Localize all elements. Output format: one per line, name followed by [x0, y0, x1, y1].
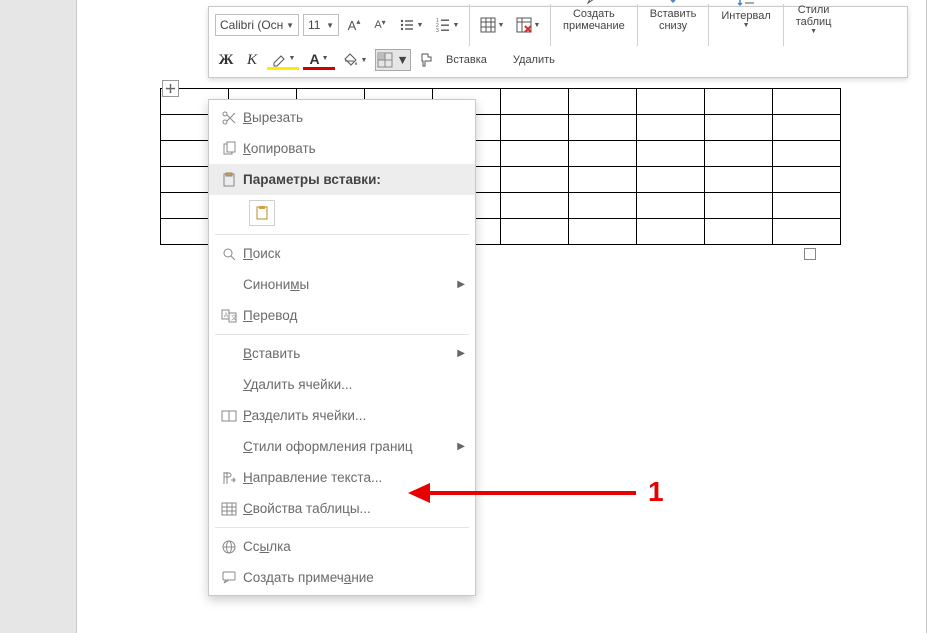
- insert-label: Вставка: [446, 54, 487, 66]
- new-comment-label-l1: Создать: [573, 8, 615, 20]
- menu-search[interactable]: Поиск: [209, 238, 475, 269]
- text-direction-icon: [215, 470, 243, 486]
- shading-button[interactable]: ▼: [339, 49, 371, 71]
- delete-label: Удалить: [513, 54, 555, 66]
- table-styles-button[interactable]: Стили таблиц ▼: [790, 0, 838, 41]
- highlight-button[interactable]: ▼: [267, 51, 299, 70]
- menu-copy[interactable]: Копировать: [209, 133, 475, 164]
- interval-button[interactable]: Интервал ▼: [715, 0, 776, 41]
- context-menu: Вырезать Копировать Параметры вставки: П…: [208, 99, 476, 596]
- menu-link[interactable]: Ссылка: [209, 531, 475, 562]
- menu-cut[interactable]: Вырезать: [209, 102, 475, 133]
- format-painter-button[interactable]: [415, 49, 437, 71]
- table-resize-handle-icon[interactable]: [804, 248, 816, 260]
- clipboard-icon: [215, 172, 243, 188]
- annotation-number: 1: [648, 476, 664, 508]
- menu-paste-options-header: Параметры вставки:: [209, 164, 475, 195]
- svg-text:3: 3: [436, 28, 439, 33]
- table-styles-label-l1: Стили: [798, 4, 830, 16]
- paste-keep-source-button[interactable]: [249, 200, 275, 226]
- menu-synonyms[interactable]: Синонимы ▶: [209, 269, 475, 300]
- chevron-right-icon: ▶: [457, 279, 465, 290]
- menu-translate[interactable]: A文 Перевод: [209, 300, 475, 331]
- chevron-down-icon: ▼: [326, 21, 334, 30]
- scissors-icon: [215, 110, 243, 126]
- chevron-right-icon: ▶: [457, 348, 465, 359]
- table-properties-icon: [215, 501, 243, 517]
- paste-options-label: Параметры вставки:: [243, 172, 465, 187]
- cell-align-button[interactable]: ▼: [375, 49, 411, 71]
- new-comment-label-l2: примечание: [563, 20, 625, 32]
- menu-text-direction[interactable]: Направление текста...: [209, 462, 475, 493]
- bold-button[interactable]: Ж: [215, 49, 237, 71]
- font-name-value: Calibri (Осн: [220, 18, 283, 32]
- insert-below-button[interactable]: Вставить снизу: [644, 0, 703, 41]
- insert-table-split[interactable]: ▼: [476, 14, 508, 36]
- table-move-handle-icon[interactable]: [162, 80, 179, 97]
- numbered-list-button[interactable]: 123 ▼: [431, 14, 463, 36]
- italic-button[interactable]: К: [241, 49, 263, 71]
- split-cells-icon: [215, 408, 243, 424]
- shrink-font-button[interactable]: A▾: [369, 14, 391, 36]
- font-size-value: 11: [308, 18, 320, 32]
- menu-paste-option-row: [209, 195, 475, 231]
- chevron-right-icon: ▶: [457, 441, 465, 452]
- comment-icon: [215, 570, 243, 586]
- menu-delete-cells[interactable]: Удалить ячейки...: [209, 369, 475, 400]
- delete-table-split[interactable]: ▼: [512, 14, 544, 36]
- font-name-combo[interactable]: Calibri (Осн ▼: [215, 14, 299, 36]
- grow-font-button[interactable]: A▴: [343, 14, 365, 36]
- menu-separator: [215, 527, 469, 528]
- font-size-combo[interactable]: 11 ▼: [303, 14, 339, 36]
- svg-text:文: 文: [231, 314, 237, 322]
- menu-new-comment[interactable]: Создать примечание: [209, 562, 475, 593]
- search-icon: [215, 246, 243, 262]
- chevron-down-icon: ▼: [286, 21, 294, 30]
- menu-border-styles[interactable]: Стили оформления границ ▶: [209, 431, 475, 462]
- insert-below-label-l1: Вставить: [650, 8, 697, 20]
- menu-separator: [215, 334, 469, 335]
- table-styles-label-l2: таблиц: [796, 16, 832, 28]
- font-color-button[interactable]: A▼: [303, 51, 335, 70]
- menu-separator: [215, 234, 469, 235]
- menu-insert[interactable]: Вставить ▶: [209, 338, 475, 369]
- new-comment-button[interactable]: Создать примечание: [557, 0, 631, 41]
- svg-text:A: A: [224, 313, 228, 319]
- menu-table-properties[interactable]: Свойства таблицы...: [209, 493, 475, 524]
- menu-split-cells[interactable]: Разделить ячейки...: [209, 400, 475, 431]
- copy-icon: [215, 141, 243, 157]
- mini-toolbar: Calibri (Осн ▼ 11 ▼ A▴ A▾ ▼ 123 ▼ ▼ ▼ С: [208, 6, 908, 78]
- link-icon: [215, 539, 243, 555]
- interval-label: Интервал: [721, 10, 770, 22]
- insert-below-label-l2: снизу: [659, 20, 687, 32]
- bullet-list-button[interactable]: ▼: [395, 14, 427, 36]
- translate-icon: A文: [215, 308, 243, 324]
